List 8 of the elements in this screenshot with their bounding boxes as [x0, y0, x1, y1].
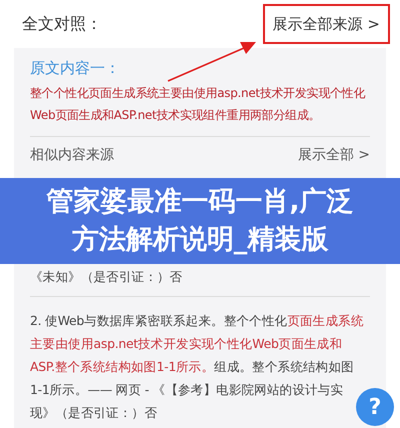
section-heading: 原文内容一：	[30, 58, 120, 79]
show-all-link[interactable]: 展示全部 >	[298, 144, 370, 166]
original-text: 整个个性化页面生成系统主要由使用asp.net技术开发实现个性化Web页面生成和ASP.net技术实现组件重用两部分组成。	[30, 85, 366, 124]
section-title: 全文对照：	[22, 13, 102, 35]
section-heading: 相似内容来源	[30, 146, 114, 164]
banner-title: 管家婆最准一码一肖,广泛方法解析说明_精装版	[45, 185, 355, 257]
source-text: 《未知》（是否引证：）否	[30, 268, 184, 286]
show-all-sources-link[interactable]: 展示全部来源 >	[262, 4, 390, 44]
